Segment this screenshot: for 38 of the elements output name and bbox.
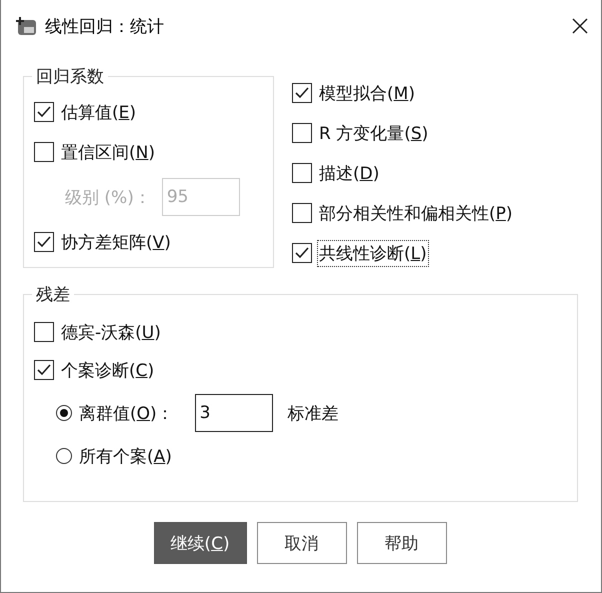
checkmark-icon <box>36 105 52 119</box>
checkbox-label[interactable]: 估算值(E) <box>60 100 138 124</box>
checkbox-label[interactable]: 描述(D) <box>318 160 380 186</box>
radio-label[interactable]: 所有个案(A) <box>78 444 173 468</box>
checkbox[interactable] <box>34 232 54 252</box>
checkbox[interactable] <box>34 360 54 380</box>
checkbox[interactable] <box>292 203 312 223</box>
outlier-field[interactable]: 3 <box>194 394 273 432</box>
checkbox-label[interactable]: 个案诊断(C) <box>60 358 156 382</box>
checkbox[interactable] <box>34 142 54 162</box>
checkbox-label[interactable]: 协方差矩阵(V) <box>60 230 172 254</box>
dialog-button[interactable]: 继续(C) <box>154 522 246 564</box>
checkbox-label[interactable]: 德宾-沃森(U) <box>60 320 162 344</box>
checkbox[interactable] <box>292 123 312 143</box>
dialog-button[interactable]: 取消 <box>256 522 346 564</box>
dialog-button[interactable]: 帮助 <box>356 522 446 564</box>
checkmark-icon <box>36 363 52 377</box>
close-icon[interactable] <box>571 17 589 35</box>
checkmark-icon <box>36 235 52 249</box>
checkbox[interactable] <box>292 243 312 263</box>
checkbox[interactable] <box>292 163 312 183</box>
radio-button[interactable] <box>56 405 72 421</box>
checkmark-icon <box>294 86 310 100</box>
checkbox[interactable] <box>34 322 54 342</box>
checkbox-label[interactable]: 置信区间(N) <box>60 140 156 164</box>
level-label: 级别 (%)： <box>64 186 152 210</box>
radio-label[interactable]: 离群值(O)： <box>78 400 175 426</box>
app-icon <box>15 16 37 36</box>
checkmark-icon <box>294 246 310 260</box>
checkbox[interactable] <box>292 83 312 103</box>
radio-button[interactable] <box>56 448 72 464</box>
unit-label: 标准差 <box>286 402 340 426</box>
checkbox-label[interactable]: 共线性诊断(L) <box>318 240 428 266</box>
checkbox-label[interactable]: 部分相关性和偏相关性(P) <box>318 200 514 226</box>
window-title: 线性回归：统计 <box>45 16 165 38</box>
checkbox-label[interactable]: 模型拟合(M) <box>318 80 416 106</box>
checkbox[interactable] <box>34 102 54 122</box>
checkbox-label[interactable]: R 方变化量(S) <box>318 120 430 146</box>
